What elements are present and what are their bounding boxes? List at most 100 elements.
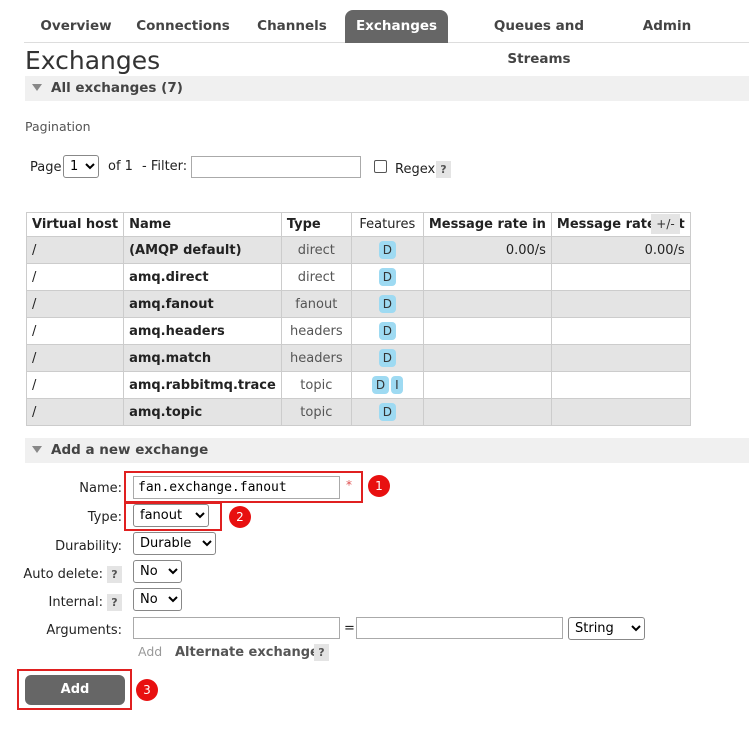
type-label: Type: (87, 510, 122, 525)
cell-rate-out (550, 344, 691, 372)
regex-checkbox[interactable] (374, 160, 387, 173)
table-row[interactable]: / amq.topic topic D (25, 398, 691, 426)
tab-overview[interactable]: Overview (28, 10, 124, 43)
tab-admin[interactable]: Admin (632, 10, 702, 43)
top-nav: Overview Connections Channels Exchanges … (24, 10, 749, 67)
add-exchange-header[interactable]: Add a new exchange (25, 438, 749, 463)
filter-input[interactable] (191, 156, 361, 178)
exchange-name-link[interactable]: amq.fanout (123, 290, 282, 318)
cell-rate-out (550, 263, 691, 291)
cell-type: headers (280, 317, 352, 345)
exchange-name-link[interactable]: amq.match (123, 344, 282, 372)
alternate-exchange-help-icon[interactable]: ? (314, 644, 329, 661)
durability-label: Durability: (55, 539, 122, 554)
regex-label: Regex (395, 162, 436, 177)
arguments-label: Arguments: (46, 623, 122, 638)
exchange-name-link[interactable]: (AMQP default) (123, 236, 282, 264)
cell-features: D (350, 398, 424, 426)
internal-select[interactable]: No (133, 588, 182, 611)
cell-vhost: / (25, 263, 125, 291)
cell-rate-out (550, 317, 691, 345)
table-row[interactable]: / amq.direct direct D (25, 263, 691, 291)
cell-features: D (350, 344, 424, 372)
page-count: of 1 (108, 159, 133, 174)
exchange-name-link[interactable]: amq.headers (123, 317, 282, 345)
cell-rate-out (550, 398, 691, 426)
tab-exchanges[interactable]: Exchanges (345, 10, 448, 43)
cell-vhost: / (25, 344, 125, 372)
argument-value-input[interactable] (356, 617, 563, 639)
cell-features: D (350, 290, 424, 318)
name-label: Name: (79, 481, 122, 496)
cell-vhost: / (25, 236, 125, 264)
cell-rate-in (422, 263, 552, 291)
exchange-name-link[interactable]: amq.rabbitmq.trace (123, 371, 282, 399)
col-type[interactable]: Type (280, 212, 352, 237)
add-exchange-title: Add a new exchange (51, 442, 209, 458)
exchange-name-link[interactable]: amq.topic (123, 398, 282, 426)
all-exchanges-header[interactable]: All exchanges (7) (25, 76, 749, 101)
columns-toggle-button[interactable]: +/- (651, 214, 680, 234)
cell-rate-out (550, 371, 691, 399)
feature-durable-badge: D (371, 376, 390, 394)
annotation-badge-3: 3 (136, 679, 158, 701)
filter-label: - Filter: (142, 159, 188, 174)
table-row[interactable]: / amq.fanout fanout D (25, 290, 691, 318)
alternate-exchange-link[interactable]: Alternate exchange (175, 645, 319, 660)
cell-type: topic (280, 371, 352, 399)
cell-type: headers (280, 344, 352, 372)
cell-type: fanout (280, 290, 352, 318)
auto-delete-label: Auto delete: (23, 567, 103, 582)
col-name[interactable]: Name (123, 212, 282, 237)
col-message-rate-in[interactable]: Message rate in (422, 212, 552, 237)
col-virtual-host[interactable]: Virtual host (25, 212, 125, 237)
table-row[interactable]: / amq.match headers D (25, 344, 691, 372)
page-select[interactable]: 1 (63, 155, 99, 178)
table-row[interactable]: / amq.rabbitmq.trace topic DI (25, 371, 691, 399)
cell-rate-in (422, 344, 552, 372)
exchange-name-link[interactable]: amq.direct (123, 263, 282, 291)
durability-select[interactable]: Durable (133, 532, 216, 555)
argument-key-input[interactable] (133, 617, 340, 639)
cell-type: direct (280, 263, 352, 291)
feature-durable-badge: D (378, 349, 396, 367)
argument-type-select[interactable]: String (568, 617, 645, 640)
collapse-triangle-icon (32, 84, 42, 91)
tab-queues-and-streams[interactable]: Queues and Streams (460, 10, 618, 67)
auto-delete-select[interactable]: No (133, 560, 182, 583)
feature-durable-badge: D (378, 268, 396, 286)
internal-help-icon[interactable]: ? (107, 594, 122, 611)
cell-vhost: / (25, 317, 125, 345)
annotation-badge-2: 2 (229, 506, 251, 528)
page-title: Exchanges (25, 46, 161, 75)
table-row[interactable]: / amq.headers headers D (25, 317, 691, 345)
annotation-box-2 (124, 502, 222, 531)
cell-features: D (350, 317, 424, 345)
add-argument-label: Add (138, 644, 163, 659)
pagination-label: Pagination (25, 119, 91, 134)
cell-rate-out: 0.00/s (550, 236, 691, 264)
all-exchanges-title: All exchanges (7) (51, 80, 183, 96)
tab-connections[interactable]: Connections (130, 10, 236, 43)
tab-channels[interactable]: Channels (246, 10, 338, 43)
collapse-triangle-icon (32, 446, 42, 453)
cell-type: topic (280, 398, 352, 426)
feature-internal-badge: I (391, 376, 403, 394)
internal-label: Internal: (48, 595, 103, 610)
annotation-badge-1: 1 (368, 475, 390, 497)
cell-vhost: / (25, 290, 125, 318)
feature-durable-badge: D (378, 403, 396, 421)
cell-rate-in (422, 371, 552, 399)
table-row[interactable]: / (AMQP default) direct D 0.00/s 0.00/s (25, 236, 691, 264)
cell-rate-out (550, 290, 691, 318)
feature-durable-badge: D (378, 295, 396, 313)
cell-vhost: / (25, 398, 125, 426)
exchanges-table: Virtual host Name Type Features Message … (25, 212, 691, 426)
annotation-box-3 (17, 669, 132, 710)
auto-delete-help-icon[interactable]: ? (107, 566, 122, 583)
feature-durable-badge: D (378, 322, 396, 340)
cell-rate-in (422, 317, 552, 345)
cell-features: DI (350, 371, 424, 399)
col-features: Features (350, 212, 424, 237)
regex-help-icon[interactable]: ? (436, 161, 451, 178)
